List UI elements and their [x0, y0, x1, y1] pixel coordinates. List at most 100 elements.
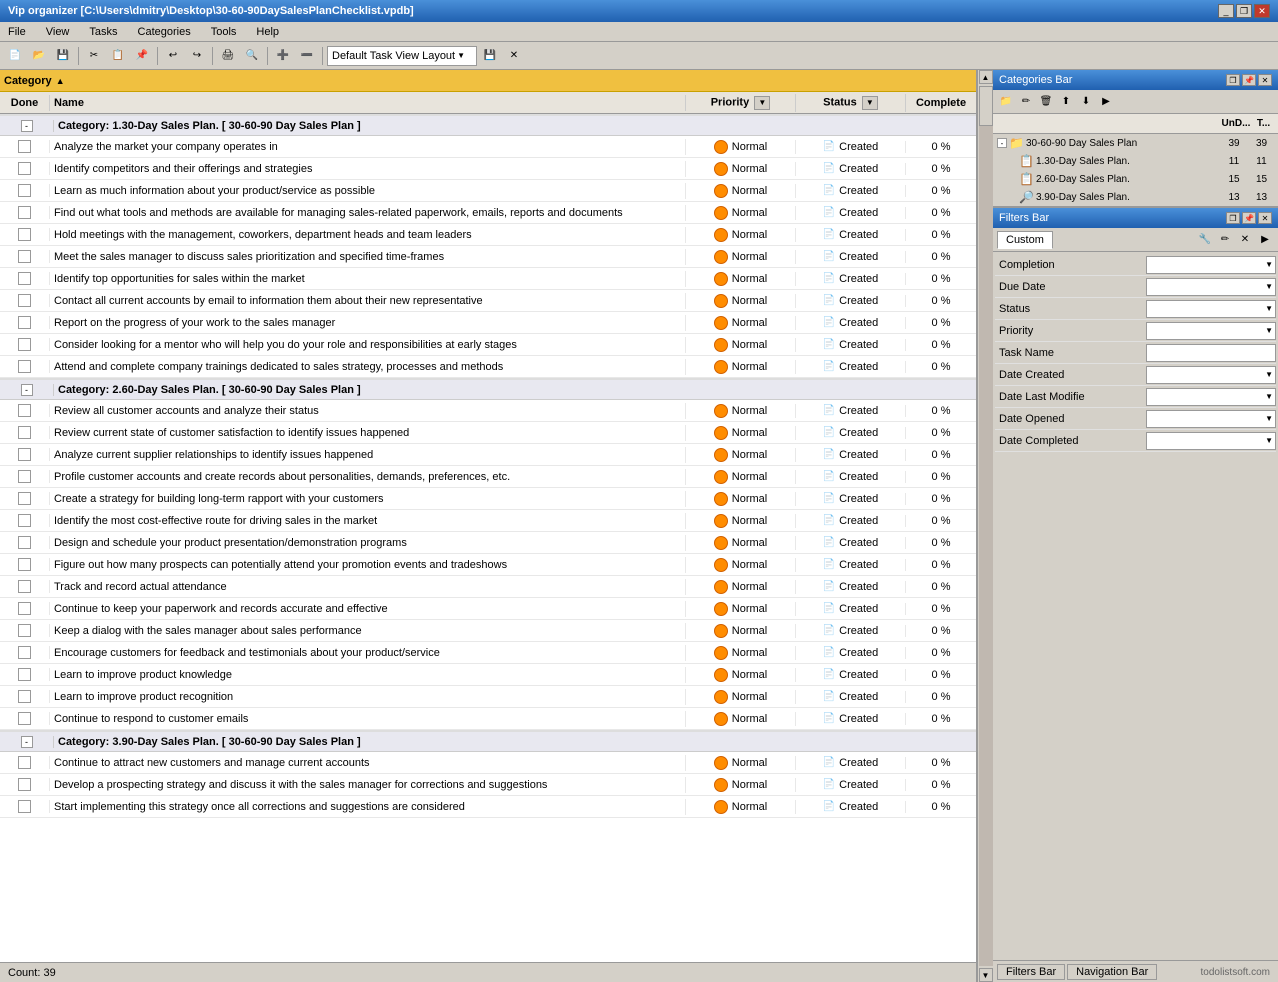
- col-header-name[interactable]: Name: [50, 95, 686, 111]
- close-button[interactable]: ✕: [1254, 4, 1270, 18]
- toolbar-print[interactable]: 🖨: [217, 45, 239, 67]
- toolbar-paste[interactable]: 📌: [131, 45, 153, 67]
- toolbar-new[interactable]: 📄: [4, 45, 26, 67]
- filter-dropdown[interactable]: ▼: [1146, 278, 1276, 296]
- toolbar-layout-del[interactable]: ✕: [503, 45, 525, 67]
- task-checkbox[interactable]: [18, 668, 31, 681]
- filter-delete-button[interactable]: ✕: [1236, 231, 1254, 249]
- scroll-down-button[interactable]: ▼: [979, 968, 993, 982]
- filter-dropdown[interactable]: ▼: [1146, 410, 1276, 428]
- task-checkbox[interactable]: [18, 404, 31, 417]
- task-checkbox[interactable]: [18, 778, 31, 791]
- col-header-done[interactable]: Done: [0, 95, 50, 111]
- scroll-thumb[interactable]: [979, 86, 993, 126]
- filters-restore-button[interactable]: ❐: [1226, 212, 1240, 224]
- filter-more-button[interactable]: ▶: [1256, 231, 1274, 249]
- filters-pin-button[interactable]: 📌: [1242, 212, 1256, 224]
- cat-list-item[interactable]: 📋 2.60-Day Sales Plan. 15 15: [993, 170, 1278, 188]
- task-checkbox[interactable]: [18, 250, 31, 263]
- task-checkbox[interactable]: [18, 338, 31, 351]
- toolbar-undo[interactable]: ↩: [162, 45, 184, 67]
- filters-close-button[interactable]: ✕: [1258, 212, 1272, 224]
- filter-tab-custom[interactable]: Custom: [997, 231, 1053, 249]
- task-checkbox[interactable]: [18, 228, 31, 241]
- task-checkbox[interactable]: [18, 470, 31, 483]
- menu-categories[interactable]: Categories: [134, 25, 195, 39]
- task-checkbox[interactable]: [18, 624, 31, 637]
- task-checkbox[interactable]: [18, 536, 31, 549]
- toolbar-open[interactable]: 📂: [28, 45, 50, 67]
- task-checkbox[interactable]: [18, 514, 31, 527]
- col-header-status[interactable]: Status ▼: [796, 94, 906, 112]
- task-checkbox[interactable]: [18, 690, 31, 703]
- filter-dropdown[interactable]: ▼: [1146, 256, 1276, 274]
- filter-dropdown[interactable]: ▼: [1146, 432, 1276, 450]
- task-checkbox[interactable]: [18, 272, 31, 285]
- task-checkbox[interactable]: [18, 360, 31, 373]
- task-checkbox[interactable]: [18, 184, 31, 197]
- menu-tasks[interactable]: Tasks: [85, 25, 121, 39]
- task-list-scroll[interactable]: - Category: 1.30-Day Sales Plan. [ 30-60…: [0, 114, 976, 962]
- restore-button[interactable]: ❐: [1236, 4, 1252, 18]
- scroll-up-button[interactable]: ▲: [979, 70, 993, 84]
- task-checkbox[interactable]: [18, 580, 31, 593]
- cat-delete-button[interactable]: 🗑: [1037, 93, 1055, 111]
- menu-tools[interactable]: Tools: [207, 25, 241, 39]
- task-checkbox[interactable]: [18, 602, 31, 615]
- task-checkbox[interactable]: [18, 558, 31, 571]
- filter-edit-button[interactable]: ✏: [1216, 231, 1234, 249]
- tab-filters-bar[interactable]: Filters Bar: [997, 964, 1065, 980]
- task-checkbox[interactable]: [18, 162, 31, 175]
- cat-down-button[interactable]: ⬇: [1077, 93, 1095, 111]
- toolbar-copy[interactable]: 📋: [107, 45, 129, 67]
- layout-dropdown[interactable]: Default Task View Layout ▼: [327, 46, 477, 66]
- categories-close-button[interactable]: ✕: [1258, 74, 1272, 86]
- filter-dropdown[interactable]: ▼: [1146, 366, 1276, 384]
- task-checkbox[interactable]: [18, 800, 31, 813]
- cat-expand-cat2[interactable]: -: [21, 384, 33, 396]
- toolbar-cut[interactable]: ✂: [83, 45, 105, 67]
- main-scrollbar[interactable]: ▲ ▼: [977, 70, 993, 982]
- task-checkbox[interactable]: [18, 712, 31, 725]
- toolbar-redo[interactable]: ↪: [186, 45, 208, 67]
- task-checkbox[interactable]: [18, 492, 31, 505]
- cat-expand-cat3[interactable]: -: [21, 736, 33, 748]
- cat-add-button[interactable]: 📁: [997, 93, 1015, 111]
- menu-help[interactable]: Help: [252, 25, 283, 39]
- task-checkbox[interactable]: [18, 206, 31, 219]
- task-checkbox[interactable]: [18, 426, 31, 439]
- menu-view[interactable]: View: [42, 25, 74, 39]
- minimize-button[interactable]: _: [1218, 4, 1234, 18]
- categories-restore-button[interactable]: ❐: [1226, 74, 1240, 86]
- cat-list-item[interactable]: - 📁 30-60-90 Day Sales Plan 39 39: [993, 134, 1278, 152]
- cat-up-button[interactable]: ⬆: [1057, 93, 1075, 111]
- task-checkbox[interactable]: [18, 140, 31, 153]
- menu-file[interactable]: File: [4, 25, 30, 39]
- toolbar-task-del[interactable]: ➖: [296, 45, 318, 67]
- cat-item-expand[interactable]: -: [997, 138, 1007, 148]
- filter-text-input[interactable]: [1146, 344, 1276, 362]
- categories-pin-button[interactable]: 📌: [1242, 74, 1256, 86]
- toolbar-save[interactable]: 💾: [52, 45, 74, 67]
- task-checkbox[interactable]: [18, 294, 31, 307]
- cat-list-item[interactable]: 🔎 3.90-Day Sales Plan. 13 13: [993, 188, 1278, 206]
- filter-dropdown[interactable]: ▼: [1146, 388, 1276, 406]
- task-checkbox[interactable]: [18, 316, 31, 329]
- task-checkbox[interactable]: [18, 646, 31, 659]
- cat-edit-button[interactable]: ✏: [1017, 93, 1035, 111]
- toolbar-search[interactable]: 🔍: [241, 45, 263, 67]
- col-header-complete[interactable]: Complete: [906, 95, 976, 111]
- filter-dropdown[interactable]: ▼: [1146, 300, 1276, 318]
- task-checkbox[interactable]: [18, 448, 31, 461]
- priority-filter-button[interactable]: ▼: [754, 96, 770, 110]
- filter-dropdown[interactable]: ▼: [1146, 322, 1276, 340]
- status-filter-button[interactable]: ▼: [862, 96, 878, 110]
- toolbar-task-add[interactable]: ➕: [272, 45, 294, 67]
- cat-more-button[interactable]: ▶: [1097, 93, 1115, 111]
- cat-expand-cat1[interactable]: -: [21, 120, 33, 132]
- tab-navigation-bar[interactable]: Navigation Bar: [1067, 964, 1157, 980]
- toolbar-layout-save[interactable]: 💾: [479, 45, 501, 67]
- filter-add-button[interactable]: 🔧: [1196, 231, 1214, 249]
- col-header-priority[interactable]: Priority ▼: [686, 94, 796, 112]
- task-checkbox[interactable]: [18, 756, 31, 769]
